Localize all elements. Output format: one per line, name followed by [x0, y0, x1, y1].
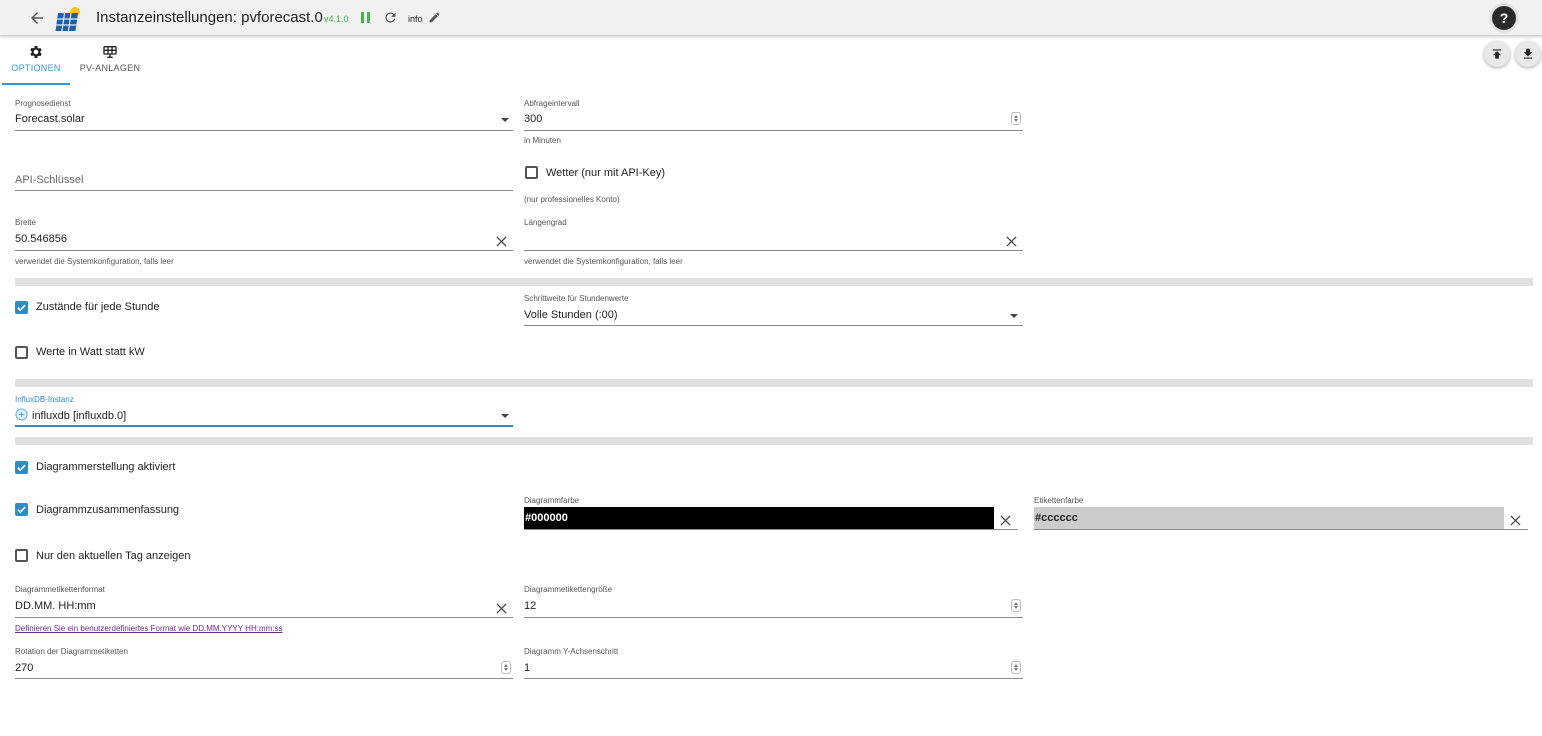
etikettenfarbe-label: Etikettenfarbe: [1034, 496, 1084, 505]
prognosedienst-select[interactable]: [15, 130, 513, 131]
zustaende-label: Zustände für jede Stunde: [36, 301, 160, 313]
wetter-help: (nur professionelles Konto): [524, 195, 620, 204]
etikettenfarbe-underline: [1034, 529, 1528, 530]
y-achsenschritt-label: Diagramm Y-Achsenschritt: [524, 647, 619, 656]
breite-label: Breite: [15, 218, 36, 227]
wetter-checkbox[interactable]: [525, 166, 538, 179]
nur-tag-checkbox[interactable]: [15, 549, 28, 562]
influx-label: InfluxDB-Instanz: [15, 395, 74, 404]
etikettenformat-underline: [15, 617, 513, 618]
section-divider: [15, 278, 1533, 286]
laengengrad-underline: [524, 250, 1023, 251]
rotation-input[interactable]: 270: [15, 662, 33, 674]
checkmark-icon: [17, 464, 26, 472]
tab-optionen-label: OPTIONEN: [11, 63, 61, 73]
version-label: v4.1.0: [324, 14, 349, 24]
y-achsenschritt-input[interactable]: 1: [524, 662, 530, 674]
abfrageintervall-underline: [524, 130, 1023, 131]
help-button[interactable]: ?: [1492, 6, 1516, 30]
api-key-input[interactable]: API-Schlüssel: [15, 174, 83, 186]
influx-select[interactable]: [15, 425, 513, 427]
abfrageintervall-stepper[interactable]: [1011, 112, 1021, 125]
format-help-link[interactable]: Definieren Sie ein benutzerdefiniertes F…: [15, 624, 283, 633]
api-key-underline: [15, 190, 513, 191]
diagramm-zusammenfassung-checkbox[interactable]: [15, 503, 28, 516]
checkmark-icon: [17, 304, 26, 312]
gear-icon: [28, 44, 44, 60]
y-achsenschritt-underline: [524, 678, 1023, 679]
diagrammfarbe-label: Diagrammfarbe: [524, 496, 580, 505]
etikettengroesse-stepper[interactable]: [1011, 599, 1021, 612]
influx-select-value[interactable]: influxdb [influxdb.0]: [32, 410, 126, 422]
download-icon: [1523, 48, 1533, 59]
etikettengroesse-label: Diagrammetikettengröße: [524, 585, 613, 594]
breite-help: verwendet die Systemkonfiguration, falls…: [15, 257, 174, 266]
download-button[interactable]: [1515, 41, 1541, 67]
rotation-stepper[interactable]: [501, 661, 511, 674]
nur-tag-label: Nur den aktuellen Tag anzeigen: [36, 550, 191, 562]
laengengrad-label: Längengrad: [524, 218, 567, 227]
pause-icon[interactable]: [361, 12, 371, 24]
breite-clear-icon[interactable]: [496, 234, 507, 247]
diagramm-zusammenfassung-label: Diagrammzusammenfassung: [36, 504, 180, 516]
diagramm-aktiv-label: Diagrammerstellung aktiviert: [36, 461, 176, 473]
breite-underline: [15, 250, 513, 251]
active-tab-indicator: [2, 83, 70, 85]
etikettengroesse-underline: [524, 617, 1023, 618]
watt-label: Werte in Watt statt kW: [36, 346, 145, 358]
schrittweite-select[interactable]: [524, 325, 1023, 326]
upload-button[interactable]: [1484, 41, 1510, 67]
influxdb-icon: [15, 408, 28, 421]
etikettengroesse-input[interactable]: 12: [524, 600, 536, 612]
watt-checkbox[interactable]: [15, 346, 28, 359]
upload-icon: [1492, 49, 1502, 59]
tab-bar: OPTIONEN PV-ANLAGEN: [0, 36, 180, 86]
prognosedienst-label: Prognosedienst: [15, 99, 71, 108]
section-divider: [15, 437, 1533, 445]
diagrammfarbe-input[interactable]: #000000: [524, 507, 994, 529]
log-level-label: info: [408, 14, 423, 24]
schrittweite-select-value[interactable]: Volle Stunden (:00): [524, 309, 618, 321]
schrittweite-label: Schrittweite für Stundenwerte: [524, 294, 629, 303]
diagramm-aktiv-checkbox[interactable]: [15, 461, 28, 474]
etikettenfarbe-clear-icon[interactable]: [1510, 513, 1521, 526]
chevron-down-icon[interactable]: [1010, 314, 1018, 318]
section-divider: [15, 379, 1533, 387]
laengengrad-clear-icon[interactable]: [1006, 234, 1017, 247]
abfrageintervall-label: Abfrageintervall: [524, 99, 580, 108]
breite-input[interactable]: 50.546856: [15, 233, 67, 244]
diagrammfarbe-underline: [524, 529, 1018, 530]
breite-input-clip: 50.546856: [15, 230, 195, 244]
tab-pv-anlagen[interactable]: PV-ANLAGEN: [74, 36, 146, 86]
zustaende-checkbox[interactable]: [15, 301, 28, 314]
chevron-down-icon[interactable]: [501, 118, 509, 122]
page-title: Instanzeinstellungen: pvforecast.0: [96, 9, 323, 26]
laengengrad-help: verwendet die Systemkonfiguration, falls…: [524, 257, 683, 266]
back-arrow-icon[interactable]: [28, 9, 46, 27]
pvforecast-logo-icon: [54, 6, 82, 34]
etikettenfarbe-input[interactable]: #cccccc: [1034, 507, 1504, 529]
abfrageintervall-input[interactable]: 300: [524, 113, 542, 125]
tab-optionen[interactable]: OPTIONEN: [0, 36, 72, 86]
abfrageintervall-help: in Minuten: [524, 136, 561, 145]
chevron-down-icon[interactable]: [501, 414, 509, 418]
tab-pv-anlagen-label: PV-ANLAGEN: [79, 63, 141, 73]
prognosedienst-select-value[interactable]: Forecast.solar: [15, 113, 85, 125]
etikettenformat-clear-icon[interactable]: [496, 601, 507, 614]
rotation-label: Rotation der Diagrammetiketten: [15, 647, 128, 656]
reload-icon[interactable]: [383, 10, 398, 25]
edit-pencil-icon[interactable]: [428, 11, 441, 24]
etikettenformat-input[interactable]: DD.MM. HH:mm: [15, 600, 96, 612]
diagrammfarbe-clear-icon[interactable]: [1000, 513, 1011, 526]
wetter-label: Wetter (nur mit API-Key): [546, 167, 665, 179]
etikettenformat-label: Diagrammetikettenformat: [15, 585, 105, 594]
checkmark-icon: [17, 506, 26, 514]
rotation-underline: [15, 678, 513, 679]
y-achsenschritt-stepper[interactable]: [1011, 661, 1021, 674]
solar-panel-icon: [102, 44, 118, 60]
